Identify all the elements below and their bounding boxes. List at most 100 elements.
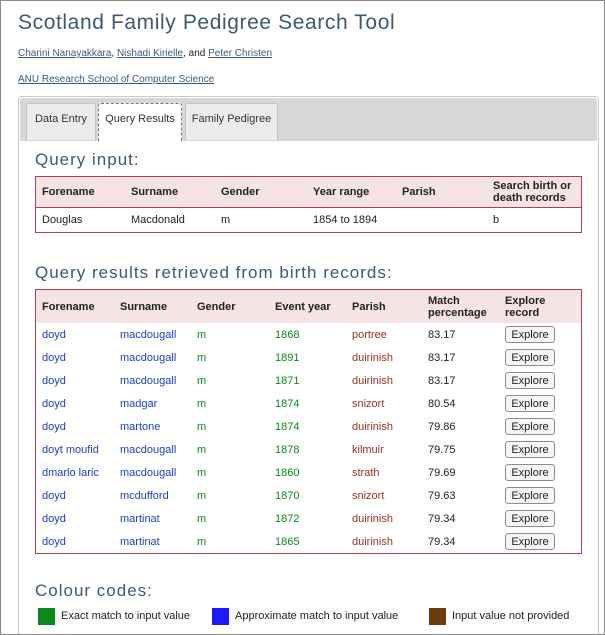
tab-family-pedigree[interactable]: Family Pedigree [185,103,278,140]
column-header: Forename [35,289,114,323]
result-match-percentage: 79.75 [428,443,456,456]
query-input-table: Forename Surname Gender Year range Paris… [35,176,582,233]
result-explore-cell: Explore [499,323,582,346]
query-gender: m [215,207,307,233]
result-surname: martone [120,420,161,433]
result-gender: m [197,328,207,341]
result-forename: doyd [42,374,66,387]
legend-label: Approximate match to input value [235,610,399,622]
result-gender: m [197,512,207,525]
result-gender: m [197,466,207,479]
column-header: Parish [346,289,422,323]
result-event-year: 1871 [275,374,300,387]
result-surname: martinat [120,512,160,525]
result-gender: m [197,443,207,456]
result-gender: m [197,489,207,502]
result-surname: macdougall [120,443,177,456]
result-parish: snizort [352,489,385,502]
result-parish: duirinish [352,420,393,433]
author-separator-2: , and [183,48,209,59]
result-event-year: 1868 [275,328,300,341]
result-forename: doyd [42,328,66,341]
column-header: Parish [396,176,487,208]
result-parish: duirinish [352,535,393,548]
explore-button[interactable]: Explore [505,372,555,389]
explore-button[interactable]: Explore [505,487,555,504]
result-match-percentage: 79.69 [428,466,456,479]
result-surname: mcdufford [120,489,169,502]
result-gender: m [197,535,207,548]
result-explore-cell: Explore [499,530,582,554]
author-link-2[interactable]: Nishadi Kirielle [117,48,183,59]
result-parish: strath [352,466,380,479]
query-input-heading: Query input: [35,150,140,169]
result-surname: madgar [120,397,158,410]
explore-button[interactable]: Explore [505,418,555,435]
result-event-year: 1874 [275,397,300,410]
institution-line: ANU Research School of Computer Science [18,74,214,85]
author-link-1[interactable]: Charini Nanayakkara [18,48,111,59]
institution-link[interactable]: ANU Research School of Computer Science [18,74,214,85]
column-header: Gender [191,289,269,323]
column-header: Search birth or death records [487,176,582,208]
result-parish: duirinish [352,351,393,364]
results-header-row: Forename Surname Gender Event year Paris… [35,289,582,323]
table-row: doyd mcdufford m 1870 snizort 79.63 Explore [36,484,582,507]
results-heading: Query results retrieved from birth recor… [35,263,393,282]
result-surname: macdougall [120,374,177,387]
explore-button[interactable]: Explore [505,349,555,366]
legend-label: Input value not provided [452,610,570,622]
query-input-header-row: Forename Surname Gender Year range Paris… [35,176,582,208]
explore-button[interactable]: Explore [505,533,555,550]
result-explore-cell: Explore [499,484,582,507]
author-link-3[interactable]: Peter Christen [208,48,272,59]
result-surname: martinat [120,535,160,548]
result-match-percentage: 83.17 [428,328,456,341]
table-row: doyd martone m 1874 duirinish 79.86 Explore [36,415,582,438]
tab-data-entry[interactable]: Data Entry [26,103,96,140]
result-match-percentage: 79.86 [428,420,456,433]
result-surname: macdougall [120,328,177,341]
explore-button[interactable]: Explore [505,510,555,527]
tab-query-results[interactable]: Query Results [98,103,182,142]
explore-button[interactable]: Explore [505,464,555,481]
results-body: doyd macdougall m 1868 portree 83.17 Explore do… [36,323,582,554]
query-parish [396,207,487,233]
table-row: doyd martinat m 1872 duirinish 79.34 Explore [36,507,582,530]
result-surname: macdougall [120,351,177,364]
result-parish: kilmuir [352,443,384,456]
result-event-year: 1872 [275,512,300,525]
result-explore-cell: Explore [499,392,582,415]
query-input-row: Douglas Macdonald m 1854 to 1894 b [35,207,582,233]
result-match-percentage: 83.17 [428,374,456,387]
query-record-type: b [487,207,582,233]
legend-label: Exact match to input value [61,610,191,622]
result-parish: duirinish [352,512,393,525]
tab-bar: Data Entry Query Results Family Pedigree [20,98,597,142]
result-gender: m [197,374,207,387]
table-row: doyd madgar m 1874 snizort 80.54 Explore [36,392,582,415]
explore-button[interactable]: Explore [505,441,555,458]
results-table: Forename Surname Gender Event year Paris… [35,289,582,554]
result-event-year: 1891 [275,351,300,364]
result-forename: doyt moufid [42,443,99,456]
table-row: dmarlo laric macdougall m 1860 strath 79.69 Ex… [36,461,582,484]
query-forename: Douglas [35,207,125,233]
result-forename: doyd [42,535,66,548]
legend-swatch-blue [212,608,229,625]
result-gender: m [197,351,207,364]
result-event-year: 1870 [275,489,300,502]
result-explore-cell: Explore [499,415,582,438]
column-header: Surname [114,289,191,323]
result-forename: doyd [42,397,66,410]
query-surname: Macdonald [125,207,215,233]
result-match-percentage: 80.54 [428,397,456,410]
explore-button[interactable]: Explore [505,395,555,412]
result-event-year: 1865 [275,535,300,548]
column-header: Explore record [499,289,582,323]
explore-button[interactable]: Explore [505,326,555,343]
column-header: Surname [125,176,215,208]
query-year-range: 1854 to 1894 [307,207,396,233]
page-title: Scotland Family Pedigree Search Tool [18,11,396,34]
column-header: Match percentage [422,289,499,323]
